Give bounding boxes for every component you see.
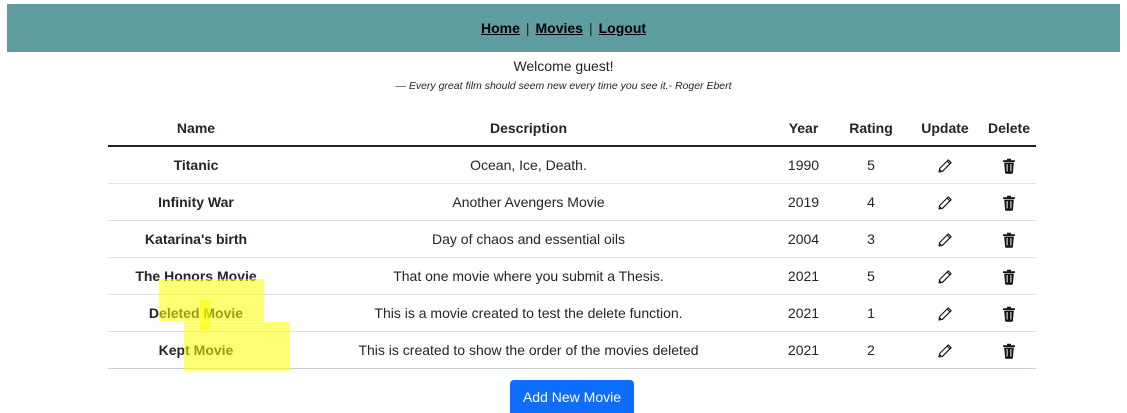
movie-rating: 4 xyxy=(834,183,908,221)
delete-cell xyxy=(982,294,1036,332)
nav-movies-link[interactable]: Movies xyxy=(536,20,583,36)
table-row: The Honors Movie That one movie where you… xyxy=(108,257,1036,295)
update-cell xyxy=(908,146,982,184)
movie-rating: 1 xyxy=(834,294,908,332)
movie-year: 2019 xyxy=(773,183,834,221)
pencil-icon[interactable] xyxy=(937,232,953,248)
pencil-icon[interactable] xyxy=(937,343,953,359)
trash-icon[interactable] xyxy=(1001,232,1017,248)
quote-text: — Every great film should seem new every… xyxy=(395,80,732,92)
movie-name: Kept Movie xyxy=(108,331,284,369)
nav-logout-link[interactable]: Logout xyxy=(599,20,646,36)
movie-name: Deleted Movie xyxy=(108,294,284,332)
update-cell xyxy=(908,183,982,221)
movie-year: 2021 xyxy=(773,257,834,295)
movie-description: Day of chaos and essential oils xyxy=(284,220,773,258)
header-name: Name xyxy=(108,111,284,147)
header-update: Update xyxy=(908,111,982,147)
movie-year: 2021 xyxy=(773,331,834,369)
top-navbar: Home | Movies | Logout xyxy=(7,4,1120,52)
nav-home-link[interactable]: Home xyxy=(481,20,520,36)
movie-name: Katarina's birth xyxy=(108,220,284,258)
delete-cell xyxy=(982,183,1036,221)
header-rating: Rating xyxy=(834,111,908,147)
movie-year: 1990 xyxy=(773,146,834,184)
pencil-icon[interactable] xyxy=(937,158,953,174)
movie-description: This is a movie created to test the dele… xyxy=(284,294,773,332)
update-cell xyxy=(908,220,982,258)
update-cell xyxy=(908,331,982,369)
header-delete: Delete xyxy=(982,111,1036,147)
movies-table: Name Description Year Rating Update Dele… xyxy=(108,111,1036,369)
pencil-icon[interactable] xyxy=(937,306,953,322)
header-year: Year xyxy=(773,111,834,147)
movie-rating: 2 xyxy=(834,331,908,369)
movie-name: Titanic xyxy=(108,146,284,184)
movie-description: This is created to show the order of the… xyxy=(284,331,773,369)
update-cell xyxy=(908,257,982,295)
table-header-row: Name Description Year Rating Update Dele… xyxy=(108,111,1036,147)
table-row: Deleted Movie This is a movie created to … xyxy=(108,294,1036,332)
trash-icon[interactable] xyxy=(1001,269,1017,285)
trash-icon[interactable] xyxy=(1001,158,1017,174)
movie-description: Another Avengers Movie xyxy=(284,183,773,221)
header-description: Description xyxy=(284,111,773,147)
trash-icon[interactable] xyxy=(1001,343,1017,359)
movie-rating: 5 xyxy=(834,146,908,184)
table-row: Titanic Ocean, Ice, Death. 1990 5 xyxy=(108,146,1036,184)
table-row: Kept Movie This is created to show the or… xyxy=(108,331,1036,369)
pencil-icon[interactable] xyxy=(937,269,953,285)
table-row: Infinity War Another Avengers Movie 2019 4 xyxy=(108,183,1036,221)
movie-name: Infinity War xyxy=(108,183,284,221)
add-new-movie-button[interactable]: Add New Movie xyxy=(510,380,634,413)
table-row: Katarina's birth Day of chaos and essenti… xyxy=(108,220,1036,258)
movie-name: The Honors Movie xyxy=(108,257,284,295)
movie-rating: 3 xyxy=(834,220,908,258)
delete-cell xyxy=(982,331,1036,369)
delete-cell xyxy=(982,220,1036,258)
movie-year: 2021 xyxy=(773,294,834,332)
welcome-message: Welcome guest! xyxy=(513,58,614,74)
pencil-icon[interactable] xyxy=(937,195,953,211)
trash-icon[interactable] xyxy=(1001,195,1017,211)
nav-separator: | xyxy=(588,20,593,36)
movie-description: Ocean, Ice, Death. xyxy=(284,146,773,184)
nav-separator: | xyxy=(525,20,530,36)
update-cell xyxy=(908,294,982,332)
movie-rating: 5 xyxy=(834,257,908,295)
delete-cell xyxy=(982,146,1036,184)
movie-description: That one movie where you submit a Thesis… xyxy=(284,257,773,295)
movie-year: 2004 xyxy=(773,220,834,258)
delete-cell xyxy=(982,257,1036,295)
trash-icon[interactable] xyxy=(1001,306,1017,322)
